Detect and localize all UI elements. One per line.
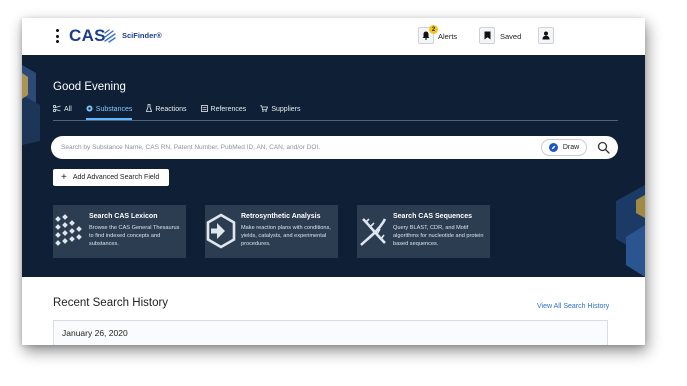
saved-button[interactable] <box>479 27 495 44</box>
card-retrosynthetic-analysis[interactable]: Retrosynthetic Analysis Make reaction pl… <box>205 205 338 258</box>
draw-button-label: Draw <box>562 144 580 151</box>
draw-icon <box>548 143 558 152</box>
retrosynthesis-icon <box>206 213 236 249</box>
card-search-cas-lexicon[interactable]: Search CAS Lexicon Browse the CAS Genera… <box>53 205 186 258</box>
tab-substances-label: Substances <box>95 105 133 113</box>
card-description: Browse the CAS General Thesaurus to find… <box>89 225 180 247</box>
add-advanced-search-field-button[interactable]: + Add Advanced Search Field <box>53 169 169 186</box>
tab-suppliers-label: Suppliers <box>271 105 301 113</box>
saved-label[interactable]: Saved <box>500 32 521 41</box>
card-title: Search CAS Sequences <box>393 213 472 220</box>
bookmark-icon <box>484 31 490 40</box>
draw-button[interactable]: Draw <box>541 139 587 156</box>
cart-icon <box>260 104 269 114</box>
decorative-hexagon-right <box>616 185 645 277</box>
scifinder-logo: SciFinder® <box>122 31 162 40</box>
card-search-cas-sequences[interactable]: Search CAS Sequences Query BLAST, CDR, a… <box>357 205 490 258</box>
tab-suppliers[interactable]: Suppliers <box>260 102 301 116</box>
card-title: Retrosynthetic Analysis <box>241 213 321 220</box>
tab-reactions-label: Reactions <box>155 105 187 113</box>
decorative-hexagon-left <box>22 65 40 145</box>
app-window: CAS SciFinder® 2 Alerts Saved Good Eveni… <box>22 18 645 345</box>
tab-references-label: References <box>210 105 247 113</box>
lexicon-icon <box>55 214 82 246</box>
top-bar: CAS SciFinder® 2 Alerts Saved <box>22 18 645 55</box>
tab-reactions[interactable]: Reactions <box>146 102 187 116</box>
card-title: Search CAS Lexicon <box>89 213 158 220</box>
kebab-menu-icon[interactable] <box>54 29 60 43</box>
alerts-label[interactable]: Alerts <box>438 32 457 41</box>
card-description: Make reaction plans with conditions, yie… <box>241 225 331 247</box>
add-advanced-search-field-label: Add Advanced Search Field <box>72 174 160 181</box>
search-hero: Good Evening All Substances Reactions Re… <box>22 55 645 277</box>
search-input[interactable] <box>61 136 531 159</box>
card-description: Query BLAST, CDR, and Motif algorithms f… <box>393 225 484 247</box>
user-menu-button[interactable] <box>538 27 554 44</box>
all-icon <box>52 104 61 114</box>
user-icon <box>542 31 550 40</box>
tab-substances[interactable]: Substances <box>85 102 133 120</box>
bell-icon <box>422 31 430 40</box>
tabs-divider <box>53 120 618 121</box>
search-type-tabs: All Substances Reactions References Supp… <box>52 102 315 120</box>
greeting-heading: Good Evening <box>53 81 126 93</box>
search-icon[interactable] <box>597 141 610 154</box>
dna-icon <box>360 218 387 246</box>
recent-search-history-heading: Recent Search History <box>53 297 169 309</box>
cas-logo[interactable]: CAS <box>69 26 106 46</box>
tab-all[interactable]: All <box>52 102 72 116</box>
tab-references[interactable]: References <box>200 102 247 116</box>
registered-mark: ® <box>156 31 162 40</box>
plus-icon: + <box>61 171 67 183</box>
search-bar: Draw <box>51 136 618 159</box>
flask-icon <box>146 104 153 114</box>
tab-all-label: All <box>64 105 72 113</box>
view-all-search-history-link[interactable]: View All Search History <box>537 303 609 310</box>
history-row[interactable]: January 26, 2020 <box>53 320 608 345</box>
substance-icon <box>86 105 93 114</box>
history-row-date: January 26, 2020 <box>62 328 128 338</box>
alerts-count-badge: 2 <box>429 25 438 34</box>
product-name: SciFinder <box>122 31 157 40</box>
document-icon <box>200 104 208 114</box>
cas-logo-mark-icon <box>104 29 116 43</box>
